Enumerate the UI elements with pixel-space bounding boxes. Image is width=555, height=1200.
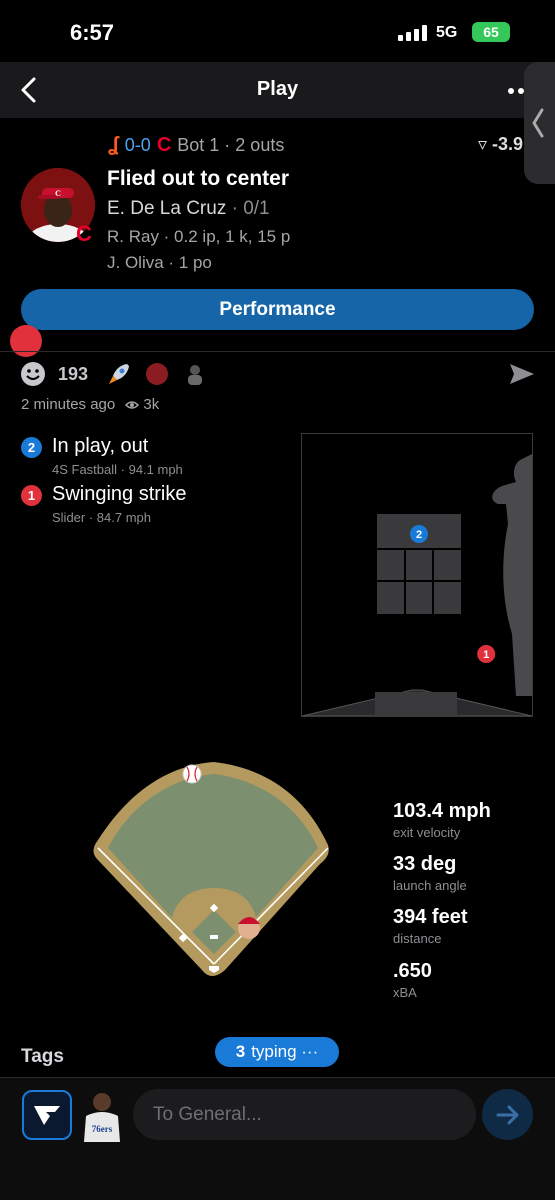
spray-chart[interactable] <box>90 760 340 1005</box>
stat-value: 33 deg <box>393 853 457 875</box>
game-line[interactable]: ʆ 0-0 C Bot 1 · 2 outs <box>108 134 284 157</box>
page-title: Play <box>256 78 299 100</box>
performance-button[interactable]: Performance <box>21 289 534 330</box>
play-title: Flied out to center <box>107 167 290 190</box>
reaction-count: 193 <box>58 363 89 384</box>
pitch-result: In play, out <box>52 435 149 457</box>
pitch-marker-label: 1 <box>483 649 489 661</box>
svg-text:C: C <box>55 189 61 198</box>
stat-value: 103.4 mph <box>393 800 491 822</box>
stat-value: 394 feet <box>393 906 468 928</box>
typing-indicator[interactable]: 3 typing ··· <box>215 1037 339 1067</box>
stat-label: distance <box>393 931 442 946</box>
status-time: 6:57 <box>70 20 115 45</box>
score: 0-0 <box>124 135 151 155</box>
live-indicator[interactable] <box>10 325 42 357</box>
strike-zone-graphic: 21 <box>301 454 533 717</box>
win-prob-value: -3.9 <box>492 134 524 154</box>
stat-value: .650 <box>393 960 432 982</box>
pitch-marker-label: 2 <box>416 529 422 541</box>
team-badge-icon: C <box>76 221 92 246</box>
typing-label: typing ··· <box>251 1042 319 1061</box>
divider <box>0 351 555 352</box>
batter-name: E. De La Cruz <box>107 198 227 219</box>
stat-label: exit velocity <box>393 825 461 840</box>
stat-label: launch angle <box>393 878 467 893</box>
views: 3k <box>125 396 159 413</box>
svg-text:76ers: 76ers <box>92 1124 113 1134</box>
batter-line[interactable]: E. De La Cruz · 0/1 <box>107 198 270 220</box>
user-avatar[interactable]: 76ers <box>78 1088 126 1142</box>
network-label: 5G <box>436 24 458 41</box>
eye-icon <box>125 401 140 409</box>
tags-heading: Tags <box>21 1046 64 1067</box>
batter-silhouette <box>492 454 532 696</box>
post-meta: 2 minutes ago 3k <box>21 396 159 413</box>
win-prob-icon: ▿ <box>478 134 493 154</box>
win-probability: ▿ -3.9 <box>478 134 523 155</box>
pitch-number-badge: 1 <box>21 485 42 506</box>
more-icon[interactable] <box>508 88 524 94</box>
view-count: 3k <box>143 396 160 413</box>
arrow-right-icon <box>496 1105 519 1125</box>
nav-bar: Play <box>0 62 555 118</box>
send-button[interactable] <box>482 1089 533 1140</box>
stat-label: xBA <box>393 985 417 1000</box>
red-circle-icon[interactable] <box>144 361 170 387</box>
status-bar: 6:57 5G 65 <box>0 0 555 62</box>
pitch-detail: 4S Fastball · 94.1 mph <box>52 462 183 477</box>
rocket-icon[interactable] <box>106 361 132 387</box>
time-ago: 2 minutes ago <box>21 396 116 413</box>
share-icon[interactable] <box>508 362 536 386</box>
battery-icon: 65 <box>472 22 510 42</box>
baseball-field <box>93 762 329 976</box>
reds-logo-icon: C <box>156 134 172 156</box>
pitcher-line[interactable]: R. Ray · 0.2 ip, 1 k, 15 p <box>107 227 290 247</box>
app-logo-icon[interactable] <box>22 1090 72 1140</box>
batter-head-icon <box>238 917 260 939</box>
stat-xba: .650 xBA <box>393 960 432 1000</box>
side-panel-handle[interactable] <box>524 62 555 184</box>
baseball-icon <box>182 764 202 784</box>
chevron-left-icon <box>532 108 544 138</box>
stat-distance: 394 feet distance <box>393 906 468 946</box>
stat-exit-velocity: 103.4 mph exit velocity <box>393 800 491 840</box>
battery-level: 65 <box>483 24 499 40</box>
pitch-result: Swinging strike <box>52 483 187 505</box>
message-input[interactable] <box>133 1089 476 1140</box>
pitch-detail: Slider · 84.7 mph <box>52 510 151 525</box>
smiley-icon[interactable] <box>20 361 46 387</box>
strike-zone-panel[interactable]: 21 <box>301 433 533 717</box>
reactions-bar: 193 <box>20 360 208 388</box>
signal-icon <box>398 25 427 41</box>
stat-launch-angle: 33 deg launch angle <box>393 853 467 893</box>
player-emoji-icon[interactable] <box>182 361 208 387</box>
pitch-number-badge: 2 <box>21 437 42 458</box>
typing-count: 3 <box>235 1042 246 1061</box>
batter-stats: · 0/1 <box>231 198 270 219</box>
giants-logo-icon: ʆ <box>108 134 119 156</box>
fielder-line[interactable]: J. Oliva · 1 po <box>107 253 212 273</box>
inning-status: Bot 1 · 2 outs <box>177 135 285 155</box>
